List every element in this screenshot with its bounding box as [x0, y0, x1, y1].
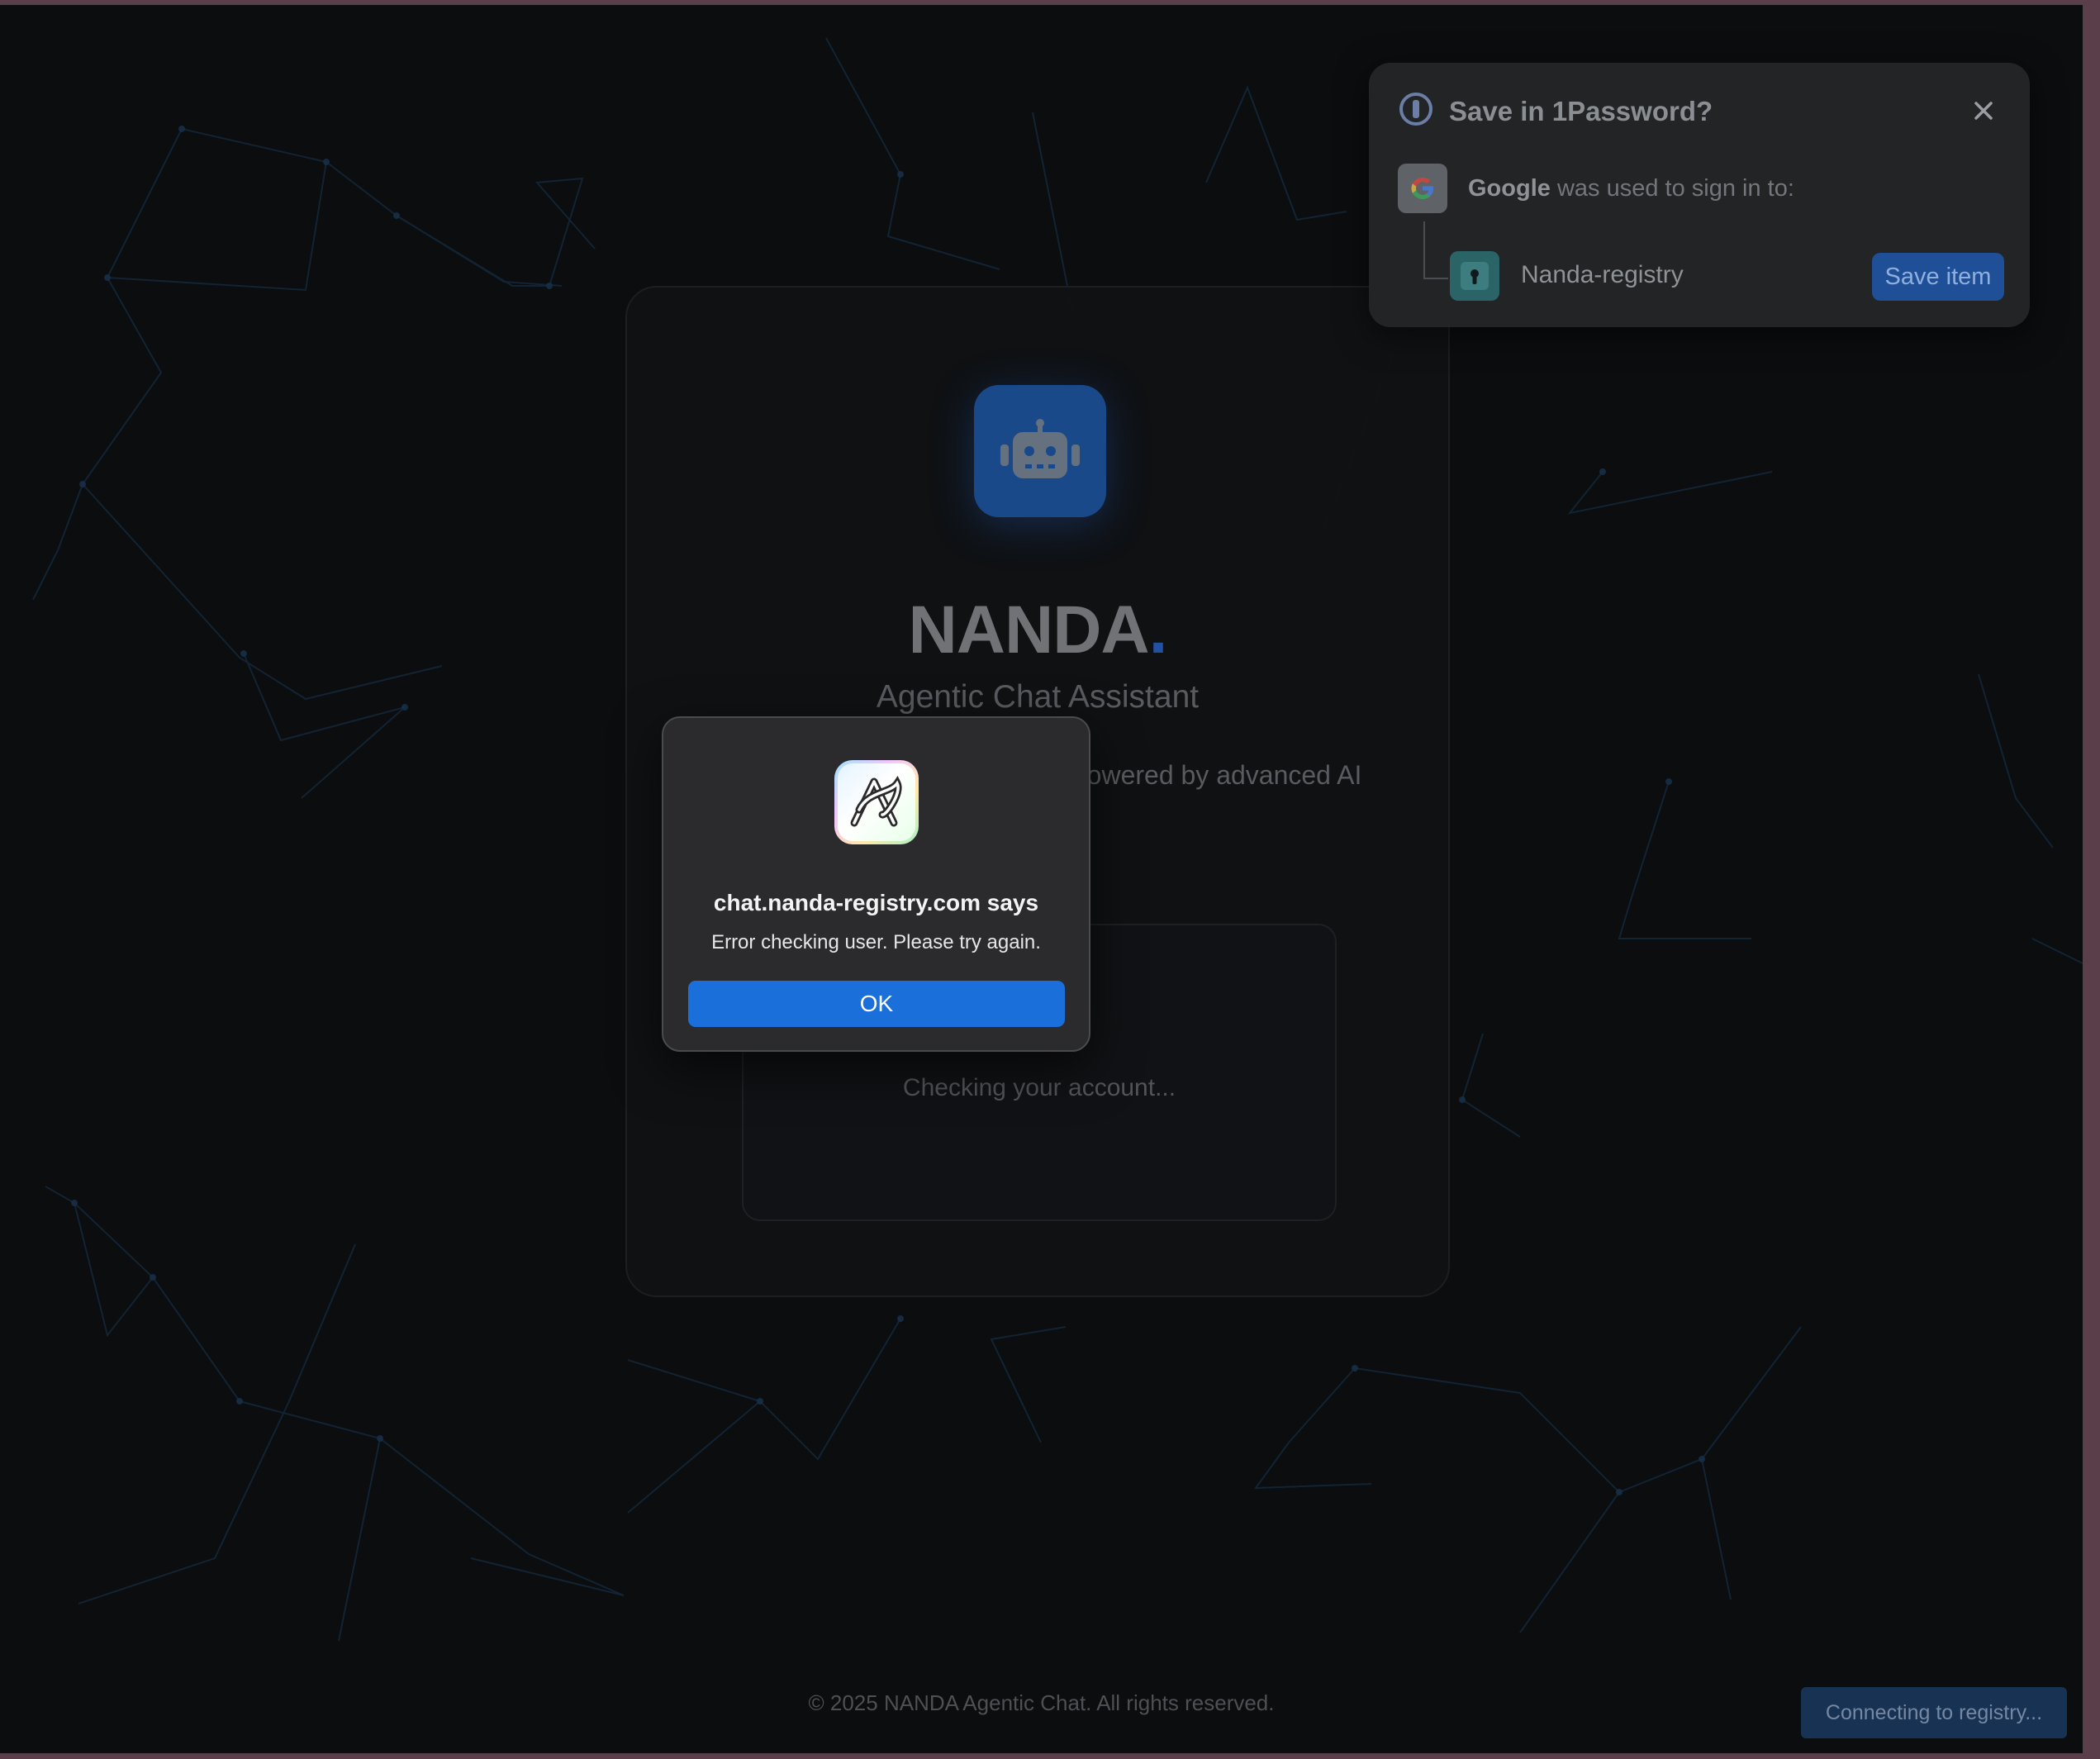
signin-description: was used to sign in to: [1556, 175, 1794, 202]
close-icon [1974, 102, 1993, 120]
close-button[interactable] [1965, 93, 2002, 129]
arc-icon-surface [838, 763, 915, 841]
google-icon [1411, 178, 1433, 199]
google-tile [1398, 164, 1447, 213]
arc-logo [850, 776, 902, 827]
alert-dialog: chat.nanda-registry.com says Error check… [662, 716, 1090, 1052]
item-name: Nanda-registry [1521, 261, 1684, 288]
item-tile [1450, 251, 1499, 301]
arc-browser-icon [834, 760, 919, 844]
ok-button[interactable]: OK [688, 981, 1065, 1027]
tree-connector [1423, 221, 1448, 279]
onepassword-title: Save in 1Password? [1449, 96, 1713, 126]
alert-title: chat.nanda-registry.com says [713, 890, 1039, 915]
browser-viewport: NANDA. Agentic Chat Assistant owered by … [0, 5, 2083, 1753]
signin-provider-text: Google was used to sign in to: [1468, 175, 1794, 202]
onepassword-popup: Save in 1Password? Google was used to si… [1369, 63, 2030, 327]
provider-name: Google [1468, 175, 1551, 202]
save-item-button[interactable]: Save item [1872, 253, 2004, 301]
onepassword-logo-icon [1399, 93, 1432, 126]
alert-message: Error checking user. Please try again. [711, 931, 1041, 953]
keyhole-icon [1461, 262, 1489, 290]
